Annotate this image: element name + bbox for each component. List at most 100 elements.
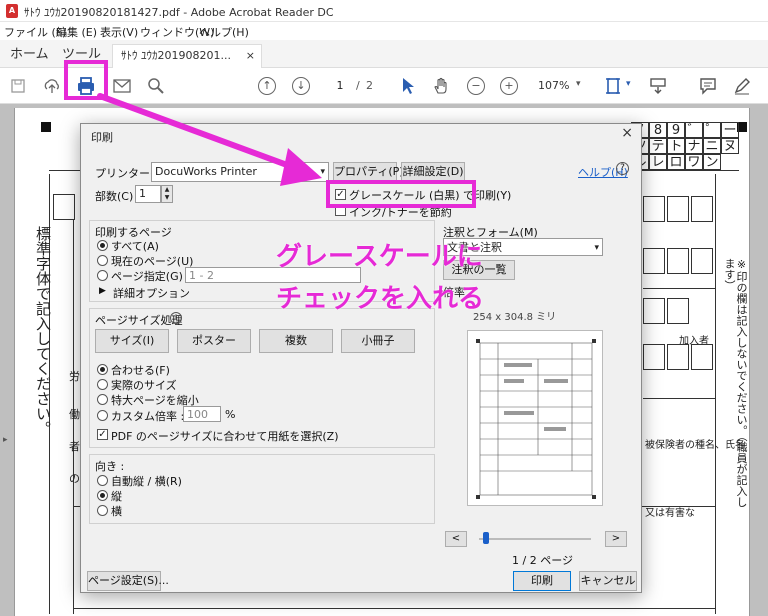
actual-size-radio[interactable] xyxy=(97,379,108,390)
zoom-level[interactable]: 107% xyxy=(538,79,569,92)
percent-label: % xyxy=(225,408,236,421)
menu-help[interactable]: ヘルプ(H) xyxy=(199,24,249,40)
page-number-input[interactable]: 1 xyxy=(330,79,350,92)
form-text: の xyxy=(69,472,80,485)
pages-range-radio[interactable] xyxy=(97,270,108,281)
title-bar: A ｻﾄｳ ﾕｳｶ20190820181427.pdf - Adobe Acro… xyxy=(0,0,768,22)
zoom-out-icon[interactable]: − xyxy=(467,77,485,95)
kana-cell: ニ xyxy=(703,138,721,154)
custom-scale-input[interactable]: 100 xyxy=(183,406,221,422)
page-total: 2 xyxy=(366,79,373,92)
cancel-button[interactable]: キャンセル xyxy=(579,571,637,591)
upload-icon[interactable] xyxy=(40,74,64,98)
auto-orientation-label[interactable]: 自動縦 / 横(R) xyxy=(111,473,182,489)
comment-icon[interactable] xyxy=(696,74,720,98)
kana-cell: 8 xyxy=(649,122,667,138)
kana-cell: ト xyxy=(667,138,685,154)
actual-size-label[interactable]: 実際のサイズ xyxy=(111,377,177,393)
shrink-radio[interactable] xyxy=(97,394,108,405)
portrait-radio[interactable] xyxy=(97,490,108,501)
orientation-title: 向き : xyxy=(95,460,125,473)
tab-close-icon[interactable]: × xyxy=(246,45,255,67)
print-button[interactable]: 印刷 xyxy=(513,571,571,591)
preview-prev-button[interactable]: < xyxy=(445,531,467,547)
preview-next-button[interactable]: > xyxy=(605,531,627,547)
kana-cell: ゜ xyxy=(703,122,721,138)
dialog-close-icon[interactable]: × xyxy=(621,125,633,141)
pages-all-label[interactable]: すべて(A) xyxy=(111,238,159,254)
kana-cell: ヌ xyxy=(721,138,739,154)
zoom-dropdown-icon[interactable]: ▾ xyxy=(576,79,581,89)
advanced-button[interactable]: 詳細設定(D) xyxy=(401,162,465,182)
preview-page-indicator: 1 / 2 ページ xyxy=(512,554,573,567)
orientation-group xyxy=(89,454,435,524)
form-marker xyxy=(41,122,51,132)
scroll-mode-icon[interactable] xyxy=(646,74,670,98)
sizing-group-title: ページサイズ処理 xyxy=(95,314,183,327)
pages-current-label[interactable]: 現在のページ(U) xyxy=(111,253,193,269)
save-icon[interactable] xyxy=(6,74,30,98)
kana-cell: ナ xyxy=(685,138,703,154)
hand-icon[interactable] xyxy=(430,74,454,98)
tab-document-label: ｻﾄｳ ﾕｳｶ201908201... xyxy=(121,49,231,62)
window-title: ｻﾄｳ ﾕｳｶ20190820181427.pdf - Adobe Acroba… xyxy=(24,6,334,19)
size-button[interactable]: サイズ(I) xyxy=(95,329,169,353)
preview-slider-track[interactable] xyxy=(479,538,591,540)
page-fit-dropdown-icon[interactable]: ▾ xyxy=(626,79,631,89)
chevron-down-icon: ▾ xyxy=(594,243,599,253)
left-panel-toggle-icon[interactable]: ▸ xyxy=(3,435,8,445)
pages-current-radio[interactable] xyxy=(97,255,108,266)
multiple-button[interactable]: 複数 xyxy=(259,329,333,353)
kana-cell: レ xyxy=(649,154,667,170)
annotation-text-line2: チェックを入れる xyxy=(276,284,485,314)
page-setup-button[interactable]: ページ設定(S)... xyxy=(87,571,169,591)
pdf-paper-label[interactable]: PDF のページサイズに合わせて用紙を選択(Z) xyxy=(111,428,339,444)
print-preview xyxy=(467,330,603,506)
kana-cell: ロ xyxy=(667,154,685,170)
annotation-arrow-icon xyxy=(97,93,322,186)
custom-scale-label[interactable]: カスタム倍率 : xyxy=(111,408,184,424)
menu-edit[interactable]: 編集 (E) xyxy=(56,24,97,40)
form-text: 労 xyxy=(69,370,80,383)
landscape-radio[interactable] xyxy=(97,505,108,516)
pages-all-radio[interactable] xyxy=(97,240,108,251)
form-text: 働 xyxy=(69,408,80,421)
fit-radio[interactable] xyxy=(97,364,108,375)
page-fit-icon[interactable] xyxy=(602,74,626,98)
form-text: 又は有害な xyxy=(645,508,695,519)
pages-range-label[interactable]: ページ指定(G) xyxy=(111,268,183,284)
kana-cell: テ xyxy=(649,138,667,154)
pdf-paper-checkbox[interactable]: ✓ xyxy=(97,429,108,440)
paper-size-label: 254 x 304.8 ミリ xyxy=(473,312,557,323)
zoom-in-icon[interactable]: + xyxy=(500,77,518,95)
kana-header-grid: 789゛゜ーツテトナニヌルレロワン xyxy=(631,122,741,170)
form-right-note: ※印の欄は記入しないでください。（職員が記入します） xyxy=(723,258,748,508)
form-left-note: 標準字体で記入してください。 xyxy=(34,226,52,436)
form-text: 被保険者の種名、氏名 xyxy=(645,440,745,451)
help-icon[interactable]: ? xyxy=(616,162,629,175)
acrobat-logo-icon: A xyxy=(6,4,18,18)
grayscale-highlight xyxy=(326,180,476,208)
menu-view[interactable]: 表示(V) xyxy=(100,24,138,40)
tab-home[interactable]: ホーム xyxy=(10,44,49,68)
booklet-button[interactable]: 小冊子 xyxy=(341,329,415,353)
info-icon[interactable]: i xyxy=(170,312,182,324)
kana-cell: ー xyxy=(721,122,739,138)
cursor-icon[interactable] xyxy=(396,74,420,98)
preview-slider-thumb[interactable] xyxy=(483,532,489,544)
annotation-text-line1: グレースケールに xyxy=(276,242,483,272)
custom-scale-radio[interactable] xyxy=(97,410,108,421)
kana-cell: ワ xyxy=(685,154,703,170)
page-separator: / xyxy=(356,79,360,92)
tab-document[interactable]: ｻﾄｳ ﾕｳｶ201908201... × xyxy=(112,44,262,68)
sign-icon[interactable] xyxy=(730,74,754,98)
landscape-label[interactable]: 横 xyxy=(111,503,122,519)
kana-cell: 9 xyxy=(667,122,685,138)
auto-orientation-radio[interactable] xyxy=(97,475,108,486)
poster-button[interactable]: ポスター xyxy=(177,329,251,353)
properties-button[interactable]: プロパティ(P) xyxy=(333,162,404,182)
more-options-label[interactable]: 詳細オプション xyxy=(113,285,190,301)
fit-label[interactable]: 合わせる(F) xyxy=(111,362,170,378)
expand-icon[interactable]: ▶ xyxy=(99,286,106,296)
portrait-label[interactable]: 縦 xyxy=(111,488,122,504)
